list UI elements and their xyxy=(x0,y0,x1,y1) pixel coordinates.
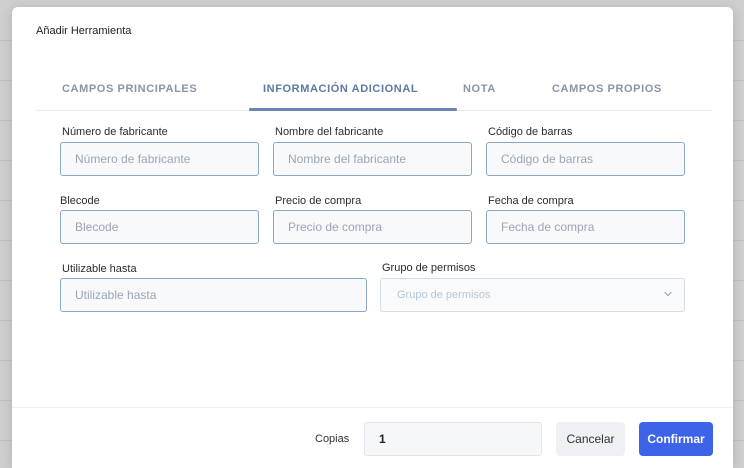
manufacturer-number-label: Número de fabricante xyxy=(62,126,168,138)
tab-additional-info[interactable]: INFORMACIÓN ADICIONAL xyxy=(263,83,418,95)
copies-label: Copias xyxy=(315,433,350,445)
dialog-footer: Copias Cancelar Confirmar xyxy=(12,407,733,468)
usable-until-input[interactable] xyxy=(60,278,367,312)
chevron-down-icon xyxy=(664,291,672,297)
cancel-button[interactable]: Cancelar xyxy=(556,422,625,456)
permission-group-label: Grupo de permisos xyxy=(382,262,476,274)
purchase-date-label: Fecha de compra xyxy=(488,195,574,207)
add-tool-dialog: Añadir Herramienta CAMPOS PRINCIPALES IN… xyxy=(12,7,733,468)
tab-custom-fields[interactable]: CAMPOS PROPIOS xyxy=(552,83,662,95)
confirm-button[interactable]: Confirmar xyxy=(639,422,713,456)
dialog-title: Añadir Herramienta xyxy=(36,25,132,37)
purchase-price-input[interactable] xyxy=(273,210,472,244)
tab-note[interactable]: NOTA xyxy=(463,83,496,95)
permission-group-placeholder: Grupo de permisos xyxy=(397,289,491,301)
blecode-label: Blecode xyxy=(60,195,100,207)
usable-until-label: Utilizable hasta xyxy=(62,263,137,275)
barcode-label: Código de barras xyxy=(488,126,573,138)
purchase-date-input[interactable] xyxy=(486,210,685,244)
tab-main-fields[interactable]: CAMPOS PRINCIPALES xyxy=(62,83,197,95)
manufacturer-name-label: Nombre del fabricante xyxy=(275,126,384,138)
blecode-input[interactable] xyxy=(60,210,259,244)
permission-group-select[interactable]: Grupo de permisos xyxy=(380,278,685,312)
copies-input[interactable] xyxy=(364,422,542,456)
tab-bar: CAMPOS PRINCIPALES INFORMACIÓN ADICIONAL… xyxy=(36,77,712,111)
active-tab-indicator xyxy=(249,108,457,111)
purchase-price-label: Precio de compra xyxy=(275,195,362,207)
manufacturer-number-input[interactable] xyxy=(60,142,259,176)
barcode-input[interactable] xyxy=(486,142,685,176)
manufacturer-name-input[interactable] xyxy=(273,142,472,176)
